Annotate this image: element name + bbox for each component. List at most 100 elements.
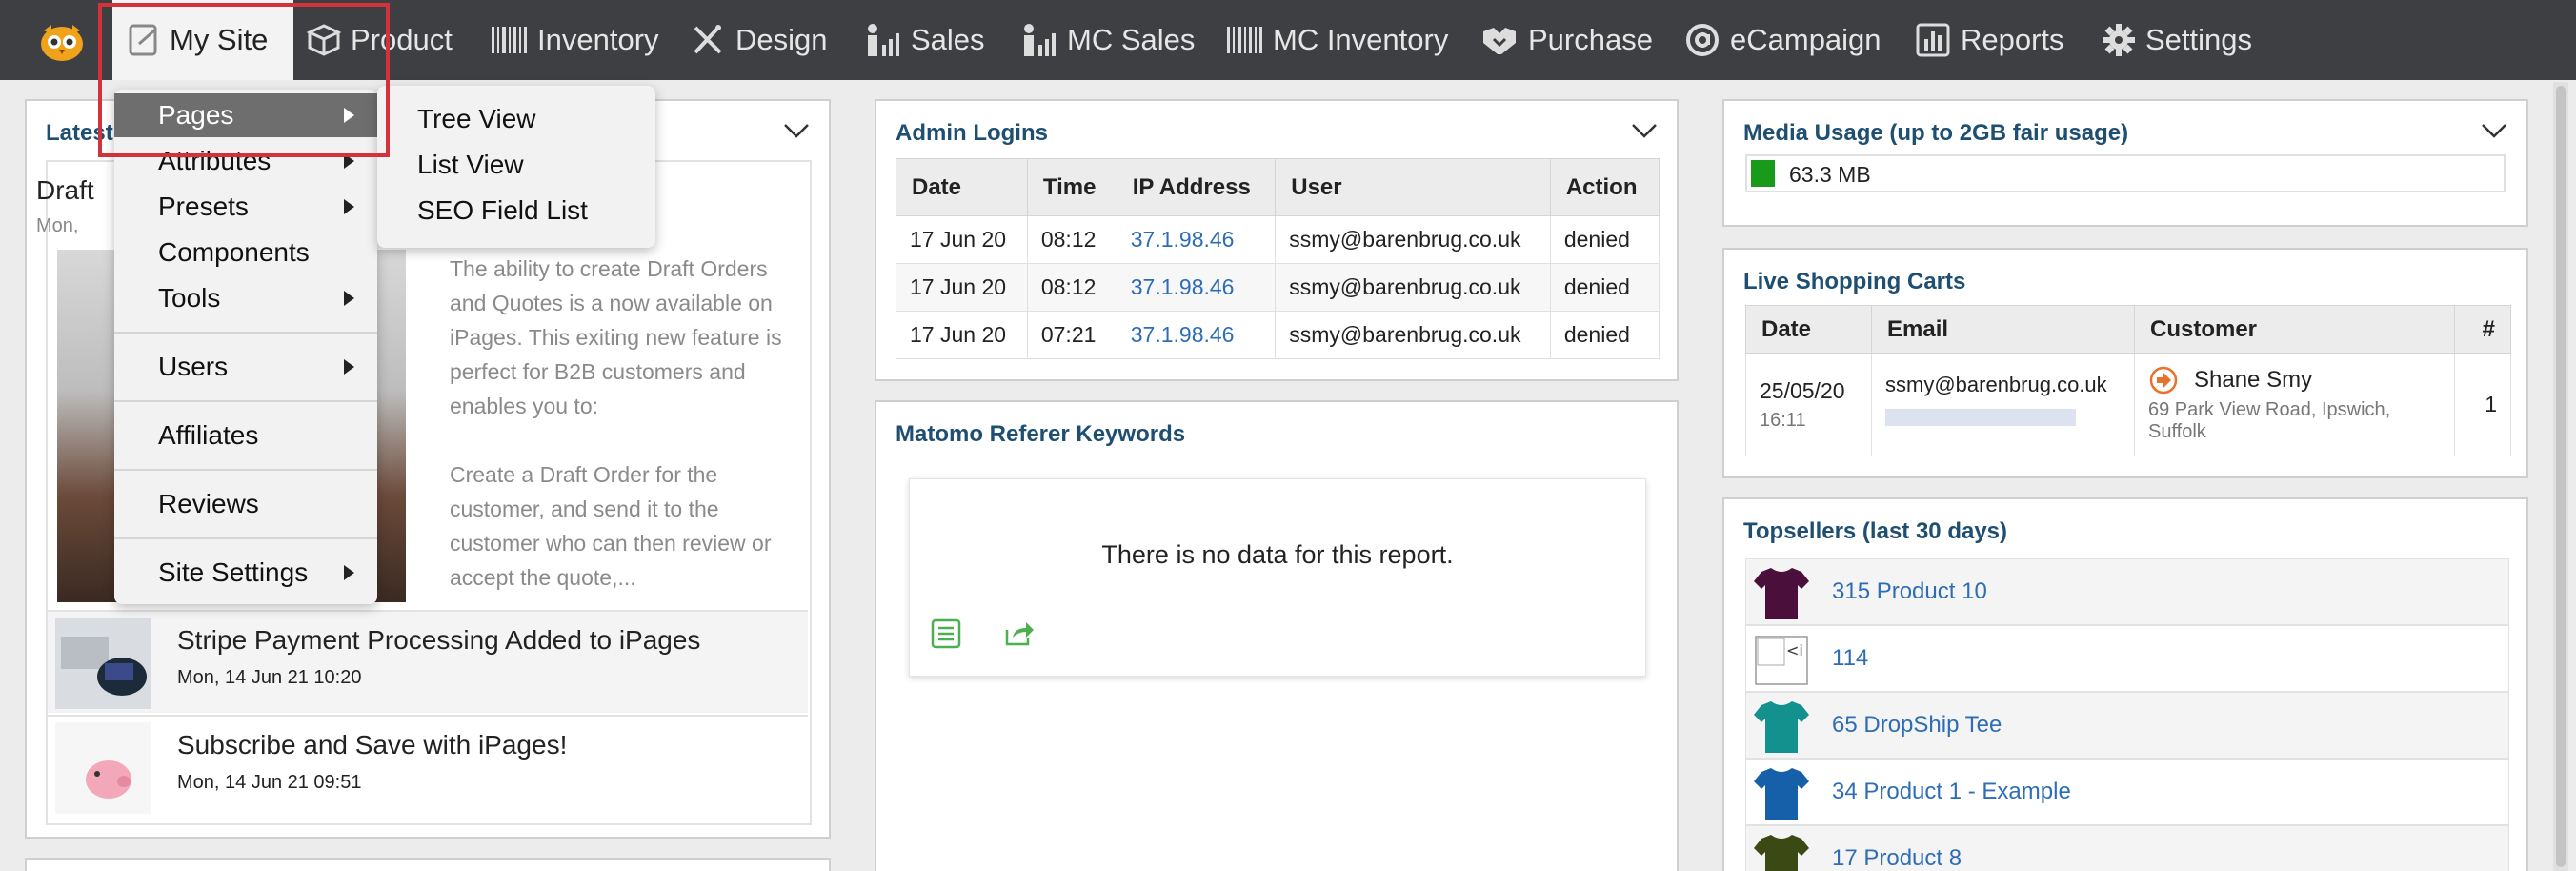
list-item[interactable]: 315 Product 10 xyxy=(1745,558,2509,625)
menu-item-label: Reviews xyxy=(158,489,259,518)
product-link[interactable]: 17 Product 8 xyxy=(1832,845,1962,871)
cell-date: 17 Jun 20 xyxy=(896,263,1028,312)
arrow-right-icon xyxy=(344,565,354,580)
handshake-icon xyxy=(1483,28,1516,54)
usage-bar: 63.3 MB xyxy=(1745,154,2506,192)
at-icon xyxy=(1686,24,1719,56)
export-icon[interactable] xyxy=(1003,618,1036,647)
nav-reports[interactable]: Reports xyxy=(1915,0,2064,80)
product-link[interactable]: 65 DropShip Tee xyxy=(1832,712,2002,739)
chevron-down-icon[interactable] xyxy=(783,122,810,139)
page-icon xyxy=(129,24,157,56)
nav-my-site[interactable]: My Site xyxy=(112,0,293,80)
news-body-line: and Quotes is a now available on xyxy=(450,291,773,315)
nav-label: Reports xyxy=(1961,23,2064,56)
col-customer: Customer xyxy=(2134,305,2455,354)
arrow-right-icon xyxy=(344,199,354,214)
nav-ecampaign[interactable]: eCampaign xyxy=(1684,0,1882,80)
nav-settings[interactable]: Settings xyxy=(2102,0,2252,80)
arrow-circle-icon[interactable] xyxy=(2148,365,2179,395)
product-link[interactable]: 315 Product 10 xyxy=(1832,578,1987,605)
nav-label: eCampaign xyxy=(1730,23,1882,56)
scrollbar[interactable] xyxy=(2553,82,2568,871)
menu-item-presets[interactable]: Presets xyxy=(114,185,377,229)
cell-action: denied xyxy=(1549,263,1660,312)
nav-design[interactable]: Design xyxy=(690,0,828,80)
panel-title: Admin Logins xyxy=(896,120,1048,146)
cell-date: 17 Jun 20 xyxy=(896,215,1028,264)
news-featured-title[interactable]: Draft xyxy=(36,175,94,206)
menu-item-site-settings[interactable]: Site Settings xyxy=(114,551,377,595)
panel-below xyxy=(25,858,831,871)
product-link[interactable]: 34 Product 1 - Example xyxy=(1832,779,2071,805)
chevron-down-icon[interactable] xyxy=(2481,122,2507,139)
cell-user: ssmy@barenbrug.co.uk xyxy=(1275,263,1551,312)
redacted-bar xyxy=(1885,409,2076,426)
cell-action: denied xyxy=(1549,215,1660,264)
col-date: Date xyxy=(896,158,1028,216)
list-item[interactable]: Subscribe and Save with iPages! Mon, 14 … xyxy=(48,715,808,818)
news-body-line: customer, and send it to the xyxy=(450,496,719,521)
cart-time: 16:11 xyxy=(1760,409,1806,431)
nav-label: Product xyxy=(351,23,453,56)
table-view-icon[interactable] xyxy=(931,618,961,649)
customer-address-2: Suffolk xyxy=(2148,421,2206,442)
menu-item-attributes[interactable]: Attributes xyxy=(114,139,377,183)
cart-date: 25/05/20 xyxy=(1760,377,1845,403)
submenu-list-view[interactable]: List View xyxy=(377,143,655,187)
news-date: Mon, 14 Jun 21 09:51 xyxy=(177,772,362,793)
nav-inventory[interactable]: Inventory xyxy=(490,0,659,80)
cell-time: 08:12 xyxy=(1026,263,1117,312)
nav-purchase[interactable]: Purchase xyxy=(1480,0,1653,80)
table-row: 17 Jun 20 07:21 37.1.98.46 ssmy@barenbru… xyxy=(896,311,1660,359)
carts-table: Date Email Customer # 25/05/20 16:11 ssm… xyxy=(1745,305,2511,456)
nav-sales[interactable]: Sales xyxy=(865,0,985,80)
cell-date: 17 Jun 20 xyxy=(896,311,1028,359)
cell-ip-link[interactable]: 37.1.98.46 xyxy=(1116,215,1277,264)
table-row[interactable]: 25/05/20 16:11 ssmy@barenbrug.co.uk Shan… xyxy=(1745,353,2511,456)
list-item[interactable]: 17 Product 8 xyxy=(1745,825,2509,871)
box-icon xyxy=(307,24,341,56)
menu-item-label: Pages xyxy=(158,100,234,130)
nav-mc-sales[interactable]: MC Sales xyxy=(1021,0,1195,80)
col-user: User xyxy=(1275,158,1551,216)
customer-address-1: 69 Park View Road, Ipswich, xyxy=(2148,399,2391,420)
table-row: 17 Jun 20 08:12 37.1.98.46 ssmy@barenbru… xyxy=(896,215,1660,264)
menu-item-pages[interactable]: Pages xyxy=(114,93,377,137)
submenu-seo-field-list[interactable]: SEO Field List xyxy=(377,189,655,233)
mysite-menu: Pages Attributes Presets Components Tool… xyxy=(114,90,377,604)
list-item[interactable]: 65 DropShip Tee xyxy=(1745,692,2509,759)
cell-action: denied xyxy=(1549,311,1660,359)
submenu-tree-view[interactable]: Tree View xyxy=(377,97,655,141)
menu-item-affiliates[interactable]: Affiliates xyxy=(114,414,377,457)
shopping-carts-panel: Live Shopping Carts Date Email Customer … xyxy=(1722,248,2528,478)
cell-ip-link[interactable]: 37.1.98.46 xyxy=(1116,263,1277,312)
news-body-line: accept the quote,... xyxy=(450,565,636,590)
list-item[interactable]: Stripe Payment Processing Added to iPage… xyxy=(48,610,808,713)
nav-mc-inventory[interactable]: MC Inventory xyxy=(1225,0,1448,80)
app-logo[interactable] xyxy=(38,21,86,63)
arrow-right-icon xyxy=(344,359,354,375)
nav-product[interactable]: Product xyxy=(307,0,453,80)
news-body-line: iPages. This exiting new feature is xyxy=(450,325,782,350)
cell-ip-link[interactable]: 37.1.98.46 xyxy=(1116,311,1277,359)
menu-divider xyxy=(114,469,377,471)
menu-item-components[interactable]: Components xyxy=(114,231,377,274)
topsellers-panel: Topsellers (last 30 days) 315 Product 10… xyxy=(1722,497,2528,871)
col-date: Date xyxy=(1745,305,1872,354)
menu-item-reviews[interactable]: Reviews xyxy=(114,482,377,526)
chevron-down-icon[interactable] xyxy=(1631,122,1658,139)
menu-item-tools[interactable]: Tools xyxy=(114,276,377,320)
person-chart-icon xyxy=(868,24,899,56)
list-item[interactable]: <i 114 xyxy=(1745,625,2509,692)
panel-title: Live Shopping Carts xyxy=(1743,269,1966,294)
broken-image-icon: <i xyxy=(1755,636,1808,685)
matomo-panel: Matomo Referer Keywords There is no data… xyxy=(875,400,1679,871)
cart-count: 1 xyxy=(2454,353,2511,456)
menu-item-users[interactable]: Users xyxy=(114,345,377,389)
list-item[interactable]: 34 Product 1 - Example xyxy=(1745,759,2509,825)
customer-name: Shane Smy xyxy=(2194,367,2313,393)
barcode-icon xyxy=(492,27,527,53)
scrollbar-thumb[interactable] xyxy=(2556,86,2566,867)
product-link[interactable]: 114 xyxy=(1832,645,1868,672)
